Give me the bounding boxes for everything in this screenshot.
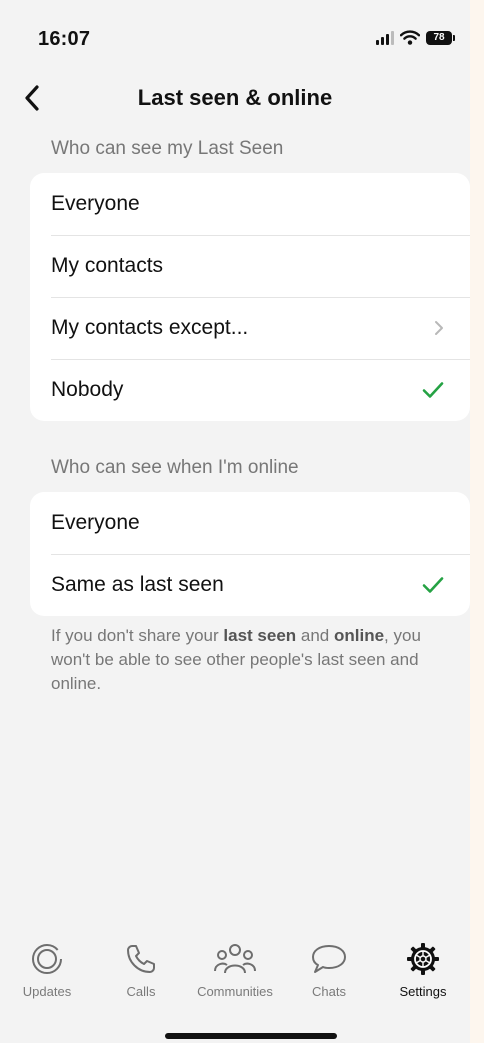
updates-icon [29, 940, 65, 978]
last-seen-options-card: Everyone My contacts My contacts except.… [30, 173, 470, 421]
tab-label: Calls [126, 984, 156, 999]
option-label: Nobody [51, 378, 124, 401]
phone-icon [124, 940, 158, 978]
tab-communities[interactable]: Communities [188, 940, 282, 1010]
footer-bold-last-seen: last seen [223, 626, 297, 645]
wifi-icon [400, 30, 420, 45]
home-indicator[interactable] [165, 1033, 337, 1039]
tab-label: Updates [22, 984, 72, 999]
tab-settings[interactable]: Settings [376, 940, 470, 1010]
communities-icon [213, 940, 257, 978]
page-title: Last seen & online [137, 85, 333, 110]
option-label: My contacts [51, 254, 164, 277]
option-label: My contacts except... [51, 316, 249, 339]
option-label: Everyone [51, 192, 140, 215]
online-option-everyone[interactable]: Everyone [30, 492, 470, 554]
tab-updates[interactable]: Updates [0, 940, 94, 1010]
checkmark-icon [422, 576, 444, 594]
last-seen-option-my-contacts[interactable]: My contacts [30, 235, 470, 297]
footer-bold-online: online [333, 626, 385, 645]
chevron-right-icon [434, 320, 444, 336]
gear-icon [405, 940, 441, 978]
signal-icon [376, 30, 394, 45]
footer-text-middle: and [296, 626, 334, 645]
online-section-header: Who can see when I'm online [51, 457, 299, 478]
tab-label: Chats [312, 984, 346, 999]
last-seen-section-header: Who can see my Last Seen [51, 138, 284, 159]
nav-bar: Last seen & online [0, 76, 470, 120]
chat-bubble-icon [309, 940, 349, 978]
battery-level: 78 [433, 32, 445, 43]
last-seen-option-everyone[interactable]: Everyone [30, 173, 470, 235]
option-label: Everyone [51, 511, 140, 534]
status-bar: 16:07 78 [0, 0, 470, 70]
online-option-same-as-last-seen[interactable]: Same as last seen [30, 554, 470, 616]
tab-chats[interactable]: Chats [282, 940, 376, 1010]
tab-bar: Updates Calls Communities Chats Settings [0, 940, 470, 1010]
screen: 16:07 78 Last seen & online Who can see … [0, 0, 470, 1043]
tab-label: Communities [197, 984, 273, 999]
online-options-card: Everyone Same as last seen [30, 492, 470, 616]
status-icons: 78 [376, 30, 455, 45]
tab-calls[interactable]: Calls [94, 940, 188, 1010]
status-time: 16:07 [38, 28, 91, 50]
last-seen-option-my-contacts-except[interactable]: My contacts except... [30, 297, 470, 359]
battery-icon: 78 [426, 30, 455, 45]
last-seen-option-nobody[interactable]: Nobody [30, 359, 470, 421]
privacy-footer-note: If you don't share your last seen and on… [51, 624, 451, 696]
footer-text-prefix: If you don't share your [51, 626, 224, 645]
checkmark-icon [422, 381, 444, 399]
option-label: Same as last seen [51, 573, 224, 596]
tab-label: Settings [399, 984, 447, 999]
